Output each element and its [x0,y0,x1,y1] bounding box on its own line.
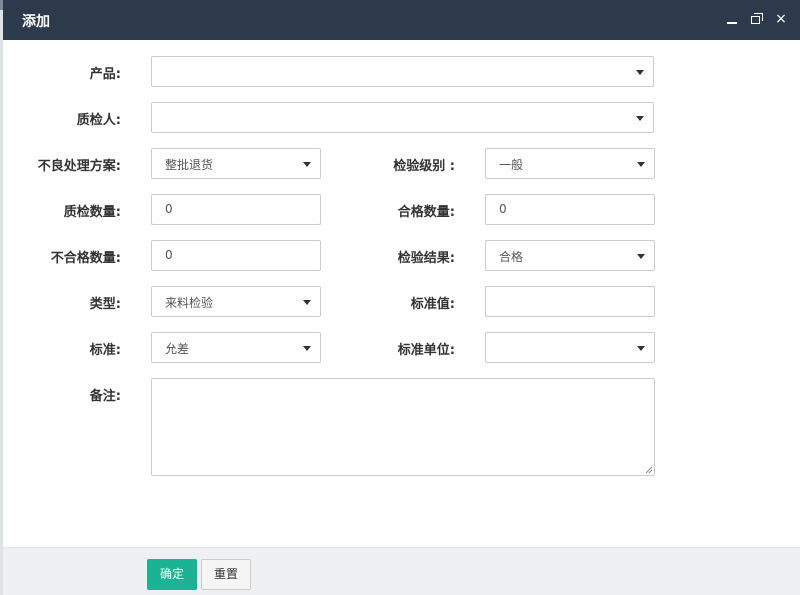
inspected-qty-value: 0 [165,202,173,216]
chevron-down-icon [636,70,644,75]
inspection-result-label: 检验结果: [397,251,455,266]
remark-label: 备注: [89,389,121,404]
inspection-level-value: 一般 [499,158,524,172]
chevron-down-icon [303,162,311,167]
defect-plan-value: 整批退货 [165,158,214,172]
failed-qty-value: 0 [165,248,173,262]
chevron-down-icon [637,346,645,351]
chevron-down-icon [636,116,644,121]
standard-value-input[interactable] [485,286,655,317]
remark-textarea[interactable] [151,378,655,476]
product-label: 产品: [89,67,121,82]
inspected-qty-label: 质检数量: [63,205,121,220]
standard-unit-select[interactable] [485,332,655,363]
product-select[interactable] [151,56,654,87]
close-icon[interactable]: × [772,10,790,28]
passed-qty-value: 0 [499,202,507,216]
dialog-titlebar: 添加 × [3,0,800,40]
failed-qty-input[interactable]: 0 [151,240,321,271]
resize-grip-icon[interactable] [645,466,653,474]
chevron-down-icon [303,346,311,351]
inspection-level-label: 检验级别 : [393,159,455,174]
standard-label: 标准: [89,343,121,358]
add-dialog: 添加 × 产品: 质检人: 不良处理方案: 整批退货 检验级别 : 一般 质检数… [3,0,800,595]
standard-value: 允差 [165,342,190,356]
reset-button[interactable]: 重置 [201,559,251,590]
chevron-down-icon [637,254,645,259]
defect-plan-select[interactable]: 整批退货 [151,148,321,179]
maximize-icon[interactable] [748,10,766,28]
dialog-title: 添加 [22,14,50,30]
confirm-button[interactable]: 确定 [147,559,197,590]
standard-unit-label: 标准单位: [397,343,455,358]
inspected-qty-input[interactable]: 0 [151,194,321,225]
standard-value-label: 标准值: [410,297,455,312]
defect-plan-label: 不良处理方案: [37,159,121,174]
inspector-select[interactable] [151,102,654,133]
failed-qty-label: 不合格数量: [50,251,121,266]
inspection-result-select[interactable]: 合格 [485,240,655,271]
chevron-down-icon [637,162,645,167]
type-select[interactable]: 来料检验 [151,286,321,317]
dialog-footer: 确定 重置 [3,547,800,595]
inspection-level-select[interactable]: 一般 [485,148,655,179]
inspector-label: 质检人: [76,113,121,128]
type-value: 来料检验 [165,296,214,310]
type-label: 类型: [89,297,121,312]
standard-select[interactable]: 允差 [151,332,321,363]
passed-qty-label: 合格数量: [397,205,455,220]
minimize-icon[interactable] [723,10,741,28]
inspection-result-value: 合格 [499,250,524,264]
chevron-down-icon [303,300,311,305]
passed-qty-input[interactable]: 0 [485,194,655,225]
